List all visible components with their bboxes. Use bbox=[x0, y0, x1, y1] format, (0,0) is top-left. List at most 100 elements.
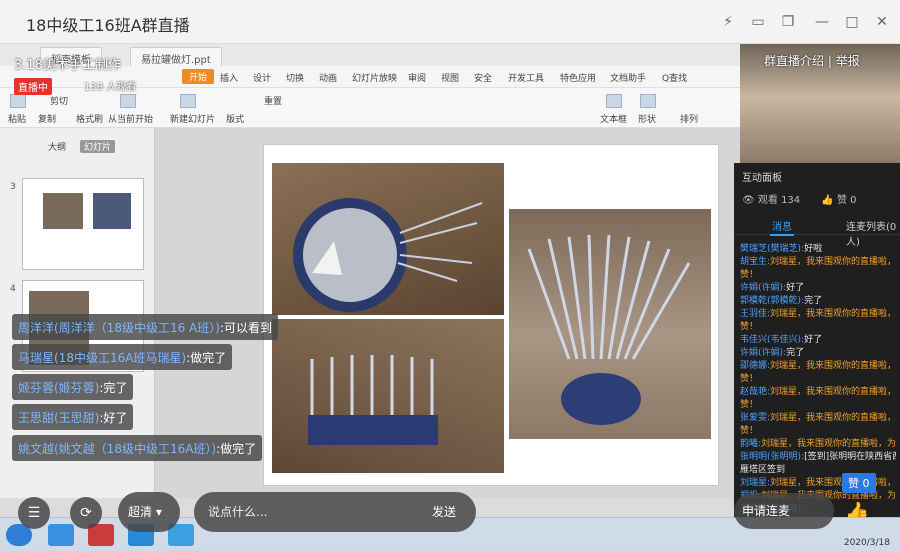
taskbar-date: 2020/3/18 bbox=[843, 538, 890, 548]
thumb-photo bbox=[43, 193, 83, 229]
message-author: 郭模乾(郭模乾): bbox=[740, 296, 805, 306]
wps-tab-document[interactable]: 易拉罐做灯.ppt bbox=[130, 47, 222, 66]
like-icon: 👍 bbox=[821, 195, 834, 206]
live-badge: 直播中 bbox=[14, 78, 52, 95]
send-button[interactable]: 发送 bbox=[432, 503, 456, 520]
new-slide-icon[interactable] bbox=[180, 94, 196, 108]
menu-review[interactable]: 审阅 bbox=[408, 71, 426, 84]
apply-mic-button[interactable]: 申请连麦 bbox=[734, 493, 834, 529]
message-author: 邵德娜: bbox=[740, 361, 771, 371]
chat-text: :做完了 bbox=[216, 442, 257, 456]
ribbon-textbox[interactable]: 文本框 bbox=[600, 112, 627, 125]
menu-design[interactable]: 设计 bbox=[253, 71, 271, 84]
play-from-current-icon[interactable] bbox=[120, 94, 136, 108]
menu-security[interactable]: 安全 bbox=[474, 71, 492, 84]
message-author: 赵哉艳: bbox=[740, 387, 771, 397]
message-row: 郭模乾(郭模乾):完了 bbox=[740, 295, 896, 308]
chat-bubble: 马瑞星(18中级工16A班马瑞星):做完了 bbox=[12, 344, 233, 370]
message-row: 许娟(许娟):完了 bbox=[740, 347, 896, 360]
message-row: 邵德娜:刘瑞星，我来围观你的直播啦，为你点 bbox=[740, 360, 896, 373]
message-row: 张爱雯:刘瑞星，我来围观你的直播啦，为你点 bbox=[740, 412, 896, 425]
menu-start[interactable]: 开始 bbox=[182, 69, 215, 84]
say-input-bar[interactable]: 说点什么... 发送 bbox=[194, 492, 476, 532]
chat-text: :好了 bbox=[99, 411, 128, 425]
group-live-intro-link[interactable]: 群直播介绍 bbox=[764, 54, 824, 68]
report-link[interactable]: 举报 bbox=[836, 54, 860, 68]
ribbon-shape[interactable]: 形状 bbox=[638, 112, 656, 125]
menu-insert[interactable]: 插入 bbox=[220, 71, 238, 84]
minimize-button[interactable]: — bbox=[812, 12, 832, 32]
menu-transition[interactable]: 切换 bbox=[286, 71, 304, 84]
chat-bubble: 姚文越(姚文越（18级中级工16A班）):做完了 bbox=[12, 435, 263, 461]
message-text: 赞！ bbox=[740, 426, 759, 436]
panel-tab-outline[interactable]: 大纲 bbox=[48, 140, 66, 153]
menu-animation[interactable]: 动画 bbox=[319, 71, 337, 84]
paste-icon[interactable] bbox=[10, 94, 26, 108]
rotate-icon[interactable]: ⟳ bbox=[70, 497, 102, 529]
like-chip[interactable]: 赞 0 bbox=[842, 473, 876, 493]
ribbon-cut[interactable]: 剪切 bbox=[50, 94, 68, 107]
ribbon-format-painter[interactable]: 格式刷 bbox=[76, 112, 103, 125]
message-text: 完了 bbox=[786, 348, 805, 358]
lightning-icon[interactable]: ⚡ bbox=[718, 12, 738, 32]
can-photo-right bbox=[509, 209, 711, 439]
ribbon-paste[interactable]: 粘贴 bbox=[8, 112, 26, 125]
can-lamp-illustration bbox=[527, 234, 691, 425]
message-row: 赞！ bbox=[740, 399, 896, 412]
message-author: 韦佳兴(韦佳兴): bbox=[740, 335, 805, 345]
wps-ribbon: 粘贴 剪切 复制 格式刷 从当前开始 新建幻灯片 版式 重置 文本框 形状 排列 bbox=[0, 88, 740, 128]
textbox-icon[interactable] bbox=[606, 94, 622, 108]
say-input[interactable]: 说点什么... bbox=[208, 503, 267, 520]
menu-slideshow[interactable]: 幻灯片放映 bbox=[352, 71, 397, 84]
ribbon-new-slide[interactable]: 新建幻灯片 bbox=[170, 112, 215, 125]
maximize-button[interactable]: □ bbox=[842, 12, 862, 32]
title-bar: 18中级工16班A群直播 ⚡ ▭ ❐ — □ ✕ bbox=[0, 0, 900, 44]
message-text: 好啦 bbox=[804, 244, 823, 254]
message-text: 赞！ bbox=[740, 270, 759, 280]
link-divider: | bbox=[827, 54, 836, 68]
ribbon-layout[interactable]: 版式 bbox=[226, 112, 244, 125]
message-row: 韵曦:刘瑞星，我来围观你的直播啦，为你点 bbox=[740, 438, 896, 451]
can-cup-illustration bbox=[308, 355, 438, 445]
can-lid-illustration bbox=[293, 198, 483, 312]
message-row: 樊瑞芝(樊瑞芝):好啦 bbox=[740, 243, 896, 256]
message-author: 胡宝生: bbox=[740, 257, 771, 267]
can-photo-top bbox=[272, 163, 504, 315]
chat-toggle-icon[interactable]: ☰ bbox=[18, 497, 50, 529]
message-author: 樊瑞芝(樊瑞芝): bbox=[740, 244, 805, 254]
quality-selector[interactable]: 超清 ▾ bbox=[118, 492, 180, 532]
message-row: 张明明(张明明):[签到]张明明在陕西省西安市 bbox=[740, 451, 896, 464]
chat-author: 王思甜(王思甜) bbox=[18, 411, 100, 425]
message-row: 赞！ bbox=[740, 269, 896, 282]
ribbon-copy[interactable]: 复制 bbox=[38, 112, 56, 125]
ribbon-arrange[interactable]: 排列 bbox=[680, 112, 698, 125]
menu-features[interactable]: 特色应用 bbox=[560, 71, 596, 84]
message-row: 王羽佳:刘瑞星，我来围观你的直播啦，为你点 bbox=[740, 308, 896, 321]
ribbon-from-current[interactable]: 从当前开始 bbox=[108, 112, 153, 125]
message-text: 好了 bbox=[786, 283, 805, 293]
chat-text: :做完了 bbox=[186, 351, 227, 365]
menu-search[interactable]: Q查找 bbox=[662, 71, 687, 84]
menu-assistant[interactable]: 文档助手 bbox=[610, 71, 646, 84]
screen-share-icon[interactable]: ▭ bbox=[748, 12, 768, 32]
shape-icon[interactable] bbox=[640, 94, 656, 108]
ribbon-reset[interactable]: 重置 bbox=[264, 94, 282, 107]
chat-bubble: 周洋洋(周洋洋（18级中级工16 A班）):可以看到 bbox=[12, 314, 278, 340]
message-author: 韵曦: bbox=[740, 439, 762, 449]
menu-devtools[interactable]: 开发工具 bbox=[508, 71, 544, 84]
close-button[interactable]: ✕ bbox=[872, 12, 892, 32]
copy-window-icon[interactable]: ❐ bbox=[778, 12, 798, 32]
menu-view[interactable]: 视图 bbox=[441, 71, 459, 84]
message-text: 赞！ bbox=[740, 400, 759, 410]
message-author: 许娟(许娟): bbox=[740, 283, 787, 293]
ie-icon[interactable] bbox=[48, 524, 74, 546]
message-author: 张明明(张明明): bbox=[740, 452, 805, 462]
stream-title: 3.18美术手工制作 bbox=[14, 58, 121, 73]
slide-thumbnail-3[interactable] bbox=[22, 178, 144, 270]
message-text: 完了 bbox=[804, 296, 823, 306]
chat-author: 姬芬蓉(姬芬蓉) bbox=[18, 381, 100, 395]
thumb-number-4: 4 bbox=[10, 284, 16, 294]
panel-tab-slides[interactable]: 幻灯片 bbox=[80, 140, 116, 153]
panel-tabs: 消息 连麦列表(0人) bbox=[734, 215, 900, 248]
tab-messages[interactable]: 消息 bbox=[770, 218, 794, 236]
